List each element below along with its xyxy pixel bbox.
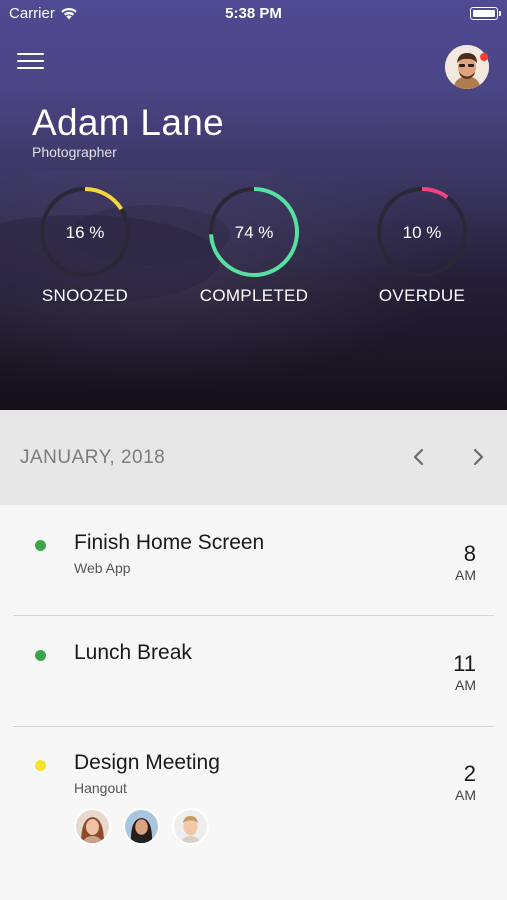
completed-label: COMPLETED bbox=[199, 286, 309, 305]
notification-badge bbox=[480, 53, 488, 61]
event-time: 11 bbox=[453, 651, 476, 676]
event-status-dot bbox=[35, 760, 46, 771]
event-list: Finish Home Screen Web App 8 AM Lunch Br… bbox=[0, 505, 507, 900]
avatar-man-icon bbox=[174, 810, 207, 843]
attendee-avatar[interactable] bbox=[123, 808, 160, 845]
event-title: Lunch Break bbox=[74, 641, 192, 664]
clock: 5:38 PM bbox=[225, 5, 282, 22]
event-time: 8 bbox=[463, 541, 476, 566]
overdue-percent: 10 % bbox=[402, 223, 442, 242]
event-subtitle: Hangout bbox=[74, 780, 127, 796]
event-item[interactable]: Lunch Break 11 AM bbox=[0, 615, 507, 725]
snoozed-percent: 16 % bbox=[65, 223, 105, 242]
event-item[interactable]: Finish Home Screen Web App 8 AM bbox=[0, 505, 507, 615]
month-selector: JANUARY, 2018 bbox=[0, 410, 507, 505]
avatar-man-icon bbox=[445, 45, 489, 89]
event-status-dot bbox=[35, 540, 46, 551]
user-name: Adam Lane bbox=[32, 102, 224, 143]
event-time: 2 bbox=[463, 761, 476, 786]
completed-percent: 74 % bbox=[234, 223, 274, 242]
event-status-dot bbox=[35, 650, 46, 661]
event-ampm: AM bbox=[455, 567, 476, 583]
event-ampm: AM bbox=[455, 677, 476, 693]
chevron-left-icon bbox=[413, 448, 424, 466]
attendee-avatar[interactable] bbox=[172, 808, 209, 845]
user-role: Photographer bbox=[32, 144, 117, 160]
avatar-woman-icon bbox=[125, 810, 158, 843]
event-title: Design Meeting bbox=[74, 751, 220, 774]
event-title: Finish Home Screen bbox=[74, 531, 265, 554]
stat-snoozed[interactable]: 16 % SNOOZED bbox=[0, 186, 170, 306]
avatar-woman-icon bbox=[76, 810, 109, 843]
attendee-avatars bbox=[74, 808, 209, 845]
month-label: JANUARY, 2018 bbox=[20, 447, 166, 468]
event-subtitle: Web App bbox=[74, 560, 131, 576]
battery-icon bbox=[470, 7, 501, 20]
status-bar: Carrier 5:38 PM bbox=[0, 0, 507, 28]
profile-header: Carrier 5:38 PM Adam Lane Photographer 1… bbox=[0, 0, 507, 410]
previous-month-button[interactable] bbox=[407, 445, 431, 469]
event-ampm: AM bbox=[455, 787, 476, 803]
snoozed-label: SNOOZED bbox=[41, 286, 129, 305]
hamburger-menu-icon[interactable] bbox=[17, 53, 44, 71]
chevron-right-icon bbox=[473, 448, 484, 466]
stat-completed[interactable]: 74 % COMPLETED bbox=[169, 186, 339, 306]
event-item[interactable]: Design Meeting Hangout 2 AM bbox=[0, 725, 507, 900]
overdue-label: OVERDUE bbox=[378, 286, 466, 305]
profile-avatar[interactable] bbox=[445, 45, 489, 89]
attendee-avatar[interactable] bbox=[74, 808, 111, 845]
stat-overdue[interactable]: 10 % OVERDUE bbox=[337, 186, 507, 306]
next-month-button[interactable] bbox=[466, 445, 490, 469]
